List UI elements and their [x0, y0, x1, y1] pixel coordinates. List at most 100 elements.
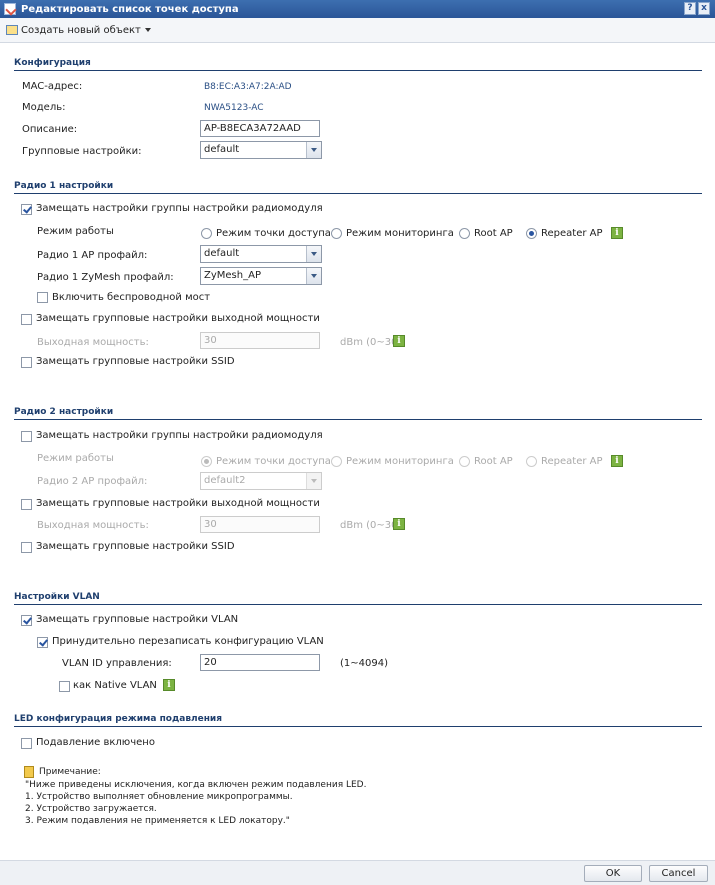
section-divider: [14, 726, 702, 727]
model-label: Модель:: [22, 102, 66, 113]
override-ssid1-label: Замещать групповые настройки SSID: [36, 356, 235, 367]
radio2-mode-monitor-label: Режим мониторинга: [346, 456, 454, 467]
note-line: "Ниже приведены исключения, когда включе…: [25, 780, 367, 790]
radio1-zymesh-label: Радио 1 ZyMesh профайл:: [37, 272, 174, 283]
force-vlan-checkbox[interactable]: [37, 637, 48, 648]
radio2-mode-rootap-label: Root AP: [474, 456, 513, 467]
section-divider: [14, 604, 702, 605]
section-title-radio2: Радио 2 настройки: [14, 407, 114, 417]
override-radio2-label: Замещать настройки группы настройки ради…: [36, 430, 323, 441]
create-object-label: Создать новый объект: [21, 24, 141, 36]
radio2-ap-profile-select[interactable]: default2: [200, 472, 322, 490]
override-vlan-label: Замещать групповые настройки VLAN: [36, 614, 239, 625]
radio1-zymesh-select[interactable]: ZyMesh_AP: [200, 267, 322, 285]
note-icon: [24, 766, 34, 778]
edit-icon: [4, 3, 16, 15]
new-object-icon: [6, 25, 18, 35]
section-title-vlan: Настройки VLAN: [14, 592, 100, 602]
radio1-mode-ap-radio[interactable]: [201, 228, 212, 239]
power1-label: Выходная мощность:: [37, 337, 149, 348]
vlan-id-input[interactable]: 20: [200, 654, 320, 671]
model-value: NWA5123-AC: [204, 103, 264, 113]
radio2-mode-rootap-radio[interactable]: [459, 456, 470, 467]
group-settings-label: Групповые настройки:: [22, 146, 142, 157]
chevron-down-icon: [306, 246, 321, 262]
override-power1-checkbox[interactable]: [21, 314, 32, 325]
native-vlan-label: как Native VLAN: [73, 680, 157, 691]
radio1-mode-repeater-label: Repeater AP: [541, 228, 603, 239]
power1-input[interactable]: 30: [200, 332, 320, 349]
section-title-radio1: Радио 1 настройки: [14, 181, 114, 191]
section-divider: [14, 193, 702, 194]
override-vlan-checkbox[interactable]: [21, 615, 32, 626]
radio1-mode-monitor-label: Режим мониторинга: [346, 228, 454, 239]
wireless-bridge-label: Включить беспроводной мост: [52, 292, 211, 303]
radio1-mode-ap-label: Режим точки доступа: [216, 228, 331, 239]
radio1-mode-rootap-radio[interactable]: [459, 228, 470, 239]
wireless-bridge-checkbox[interactable]: [37, 292, 48, 303]
override-radio2-checkbox[interactable]: [21, 431, 32, 442]
create-object-button[interactable]: Создать новый объект: [6, 25, 151, 36]
radio2-ap-profile-value: default2: [204, 475, 246, 486]
note-line: 2. Устройство загружается.: [25, 804, 157, 814]
cancel-button[interactable]: Cancel: [649, 865, 708, 882]
radio2-mode-label: Режим работы: [37, 453, 114, 464]
note-line: 1. Устройство выполняет обновление микро…: [25, 792, 293, 802]
window-titlebar: Редактировать список точек доступа: [0, 0, 715, 18]
radio1-mode-label: Режим работы: [37, 226, 114, 237]
radio1-ap-profile-label: Радио 1 AP профайл:: [37, 250, 148, 261]
radio1-ap-profile-select[interactable]: default: [200, 245, 322, 263]
radio1-mode-rootap-label: Root AP: [474, 228, 513, 239]
section-title-led: LED конфигурация режима подавления: [14, 714, 223, 724]
override-power2-label: Замещать групповые настройки выходной мо…: [36, 498, 320, 509]
section-divider: [14, 70, 702, 71]
force-vlan-label: Принудительно перезаписать конфигурацию …: [52, 636, 324, 647]
info-icon[interactable]: i: [393, 335, 405, 347]
override-power2-checkbox[interactable]: [21, 499, 32, 510]
toolbar: Создать новый объект: [0, 18, 715, 43]
group-settings-select[interactable]: default: [200, 141, 322, 159]
radio1-mode-repeater-radio[interactable]: [526, 228, 537, 239]
override-radio1-checkbox[interactable]: [21, 204, 32, 215]
override-ssid1-checkbox[interactable]: [21, 357, 32, 368]
chevron-down-icon: [306, 268, 321, 284]
radio1-ap-profile-value: default: [204, 248, 240, 259]
radio1-zymesh-value: ZyMesh_AP: [204, 270, 261, 281]
window-title: Редактировать список точек доступа: [21, 3, 239, 15]
vlan-id-range: (1~4094): [340, 658, 388, 669]
note-title: Примечание:: [39, 767, 101, 777]
section-divider: [14, 419, 702, 420]
info-icon[interactable]: i: [163, 679, 175, 691]
info-icon[interactable]: i: [611, 227, 623, 239]
description-input[interactable]: AP-B8ECA3A72AAD: [200, 120, 320, 137]
info-icon[interactable]: i: [611, 455, 623, 467]
note-line: 3. Режим подавления не применяется к LED…: [25, 816, 290, 826]
led-suppress-label: Подавление включено: [36, 737, 155, 748]
help-button[interactable]: ?: [684, 2, 696, 15]
override-ssid2-checkbox[interactable]: [21, 542, 32, 553]
power2-label: Выходная мощность:: [37, 520, 149, 531]
mac-value: B8:EC:A3:A7:2A:AD: [204, 82, 292, 92]
radio1-mode-monitor-radio[interactable]: [331, 228, 342, 239]
override-radio1-label: Замещать настройки группы настройки ради…: [36, 203, 323, 214]
power2-input[interactable]: 30: [200, 516, 320, 533]
mac-label: MAC-адрес:: [22, 81, 83, 92]
override-ssid2-label: Замещать групповые настройки SSID: [36, 541, 235, 552]
radio2-mode-repeater-radio[interactable]: [526, 456, 537, 467]
group-settings-value: default: [204, 144, 240, 155]
override-power1-label: Замещать групповые настройки выходной мо…: [36, 313, 320, 324]
radio2-mode-ap-radio[interactable]: [201, 456, 212, 467]
chevron-down-icon: [306, 473, 321, 489]
section-title-config: Конфигурация: [14, 58, 91, 68]
radio2-mode-monitor-radio[interactable]: [331, 456, 342, 467]
info-icon[interactable]: i: [393, 518, 405, 530]
led-suppress-checkbox[interactable]: [21, 738, 32, 749]
chevron-down-icon: [306, 142, 321, 158]
close-button[interactable]: x: [698, 2, 710, 15]
native-vlan-checkbox[interactable]: [59, 681, 70, 692]
description-label: Описание:: [22, 124, 78, 135]
ok-button[interactable]: OK: [584, 865, 642, 882]
chevron-down-icon: [144, 28, 151, 32]
radio2-ap-profile-label: Радио 2 AP профайл:: [37, 476, 148, 487]
radio2-mode-repeater-label: Repeater AP: [541, 456, 603, 467]
